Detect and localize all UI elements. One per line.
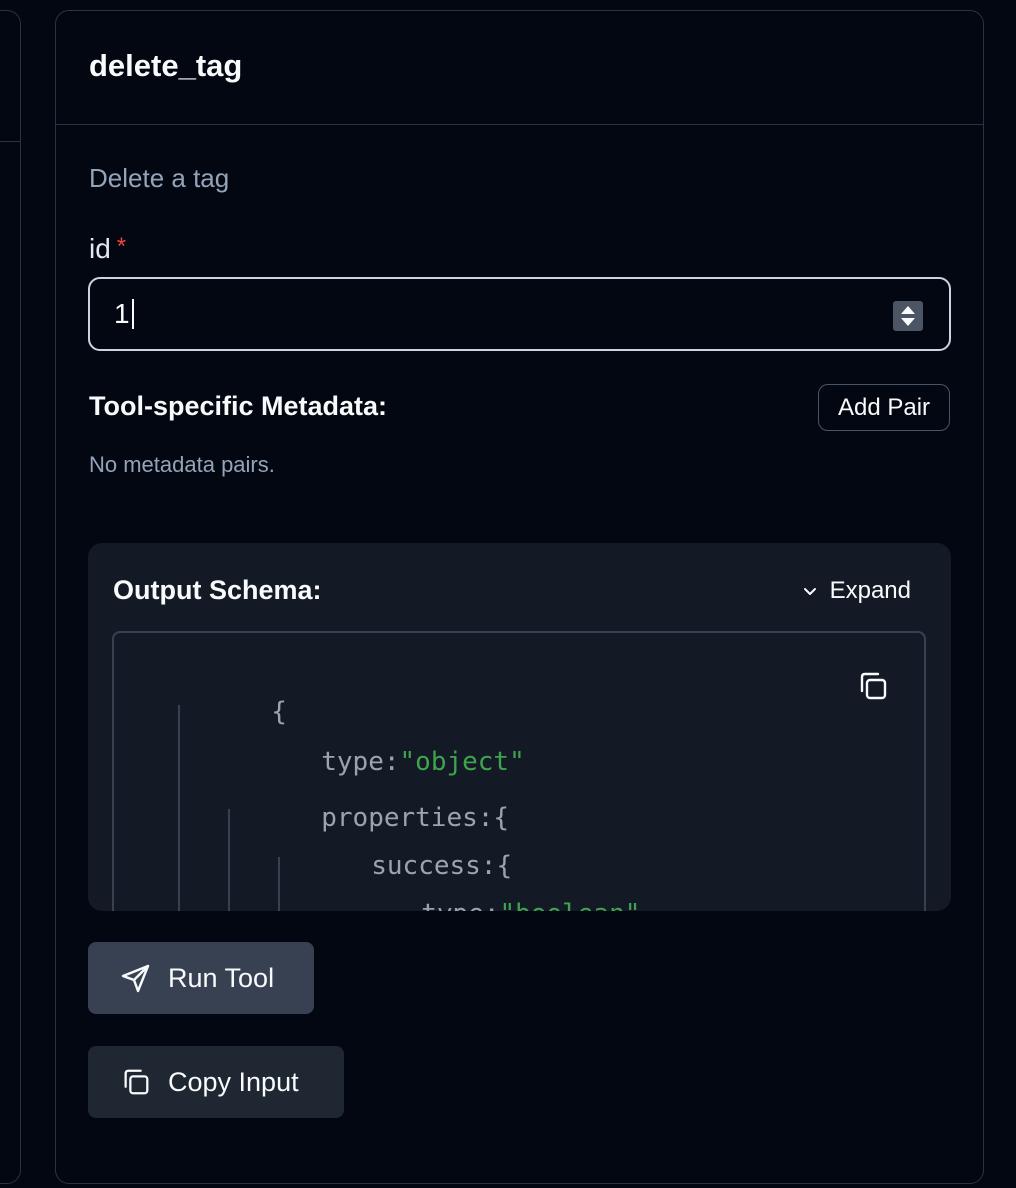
id-field-label: id *	[89, 233, 126, 265]
code-line: type:"boolean"	[296, 869, 640, 911]
expand-button[interactable]: Expand	[802, 577, 911, 605]
copy-icon	[124, 1069, 149, 1095]
number-spinner[interactable]	[893, 301, 923, 331]
spin-up-icon[interactable]	[901, 306, 915, 314]
spin-down-icon[interactable]	[901, 318, 915, 326]
copy-input-button[interactable]: Copy Input	[88, 1046, 344, 1118]
output-schema-box: Output Schema: Expand { type:"object" pr…	[88, 543, 951, 911]
schema-code-view: { type:"object" properties:{ success:{ t…	[112, 631, 926, 911]
output-schema-title: Output Schema:	[113, 575, 322, 605]
tool-panel: delete_tag Delete a tag id * 1 Tool-speci…	[55, 10, 984, 1184]
metadata-label: Tool-specific Metadata:	[89, 391, 388, 421]
code-string: "boolean"	[500, 899, 641, 911]
left-panel	[0, 10, 21, 1184]
left-panel-divider	[0, 141, 20, 142]
id-input[interactable]: 1	[88, 277, 951, 351]
panel-header: delete_tag	[56, 11, 983, 125]
run-tool-label: Run Tool	[168, 962, 275, 993]
id-label-text: id	[89, 233, 111, 264]
tool-description: Delete a tag	[89, 163, 230, 193]
run-tool-button[interactable]: Run Tool	[88, 942, 314, 1014]
required-marker: *	[116, 233, 127, 260]
no-metadata-text: No metadata pairs.	[89, 452, 275, 477]
chevron-down-icon	[803, 588, 816, 595]
copy-input-label: Copy Input	[168, 1066, 299, 1097]
tool-title: delete_tag	[89, 47, 243, 83]
code-key: type:	[421, 899, 499, 911]
id-input-value[interactable]: 1	[114, 298, 130, 330]
copy-icon[interactable]	[856, 669, 890, 703]
text-caret	[131, 299, 134, 329]
add-pair-button[interactable]: Add Pair	[818, 384, 950, 431]
send-icon	[121, 964, 150, 993]
expand-label: Expand	[829, 577, 911, 604]
